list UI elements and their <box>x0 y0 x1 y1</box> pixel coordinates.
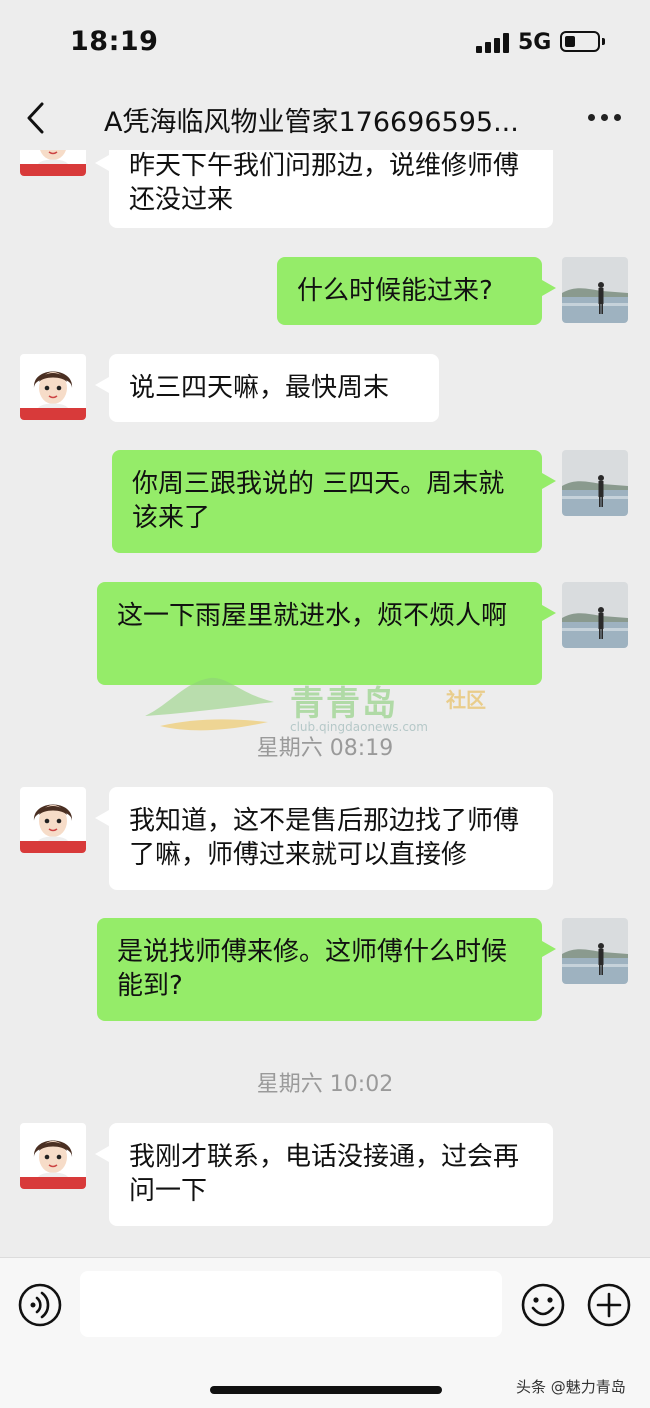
voice-icon[interactable] <box>17 1282 63 1328</box>
input-toolbar: 头条 @魅力青岛 <box>0 1257 650 1408</box>
agent-avatar[interactable] <box>20 787 86 853</box>
user-avatar[interactable] <box>562 450 628 516</box>
watermark: 青青岛 社区 club.qingdaonews.com <box>140 672 520 742</box>
user-avatar[interactable] <box>562 257 628 323</box>
message-bubble[interactable]: 昨天下午我们问那边，说维修师傅还没过来 <box>95 150 553 228</box>
battery-icon <box>560 31 605 52</box>
source-credit: 头条 @魅力青岛 <box>516 1378 626 1396</box>
chat-title: A凭海临风物业管家176696595... <box>104 107 519 138</box>
timestamp: 星期六 10:02 <box>256 1072 394 1097</box>
message-bubble[interactable]: 你周三跟我说的 三四天。周末就该来了 <box>112 450 556 553</box>
agent-avatar[interactable] <box>20 150 86 176</box>
back-arrow-icon[interactable] <box>20 98 60 138</box>
chat-header: A凭海临风物业管家176696595... <box>0 88 650 150</box>
message-bubble[interactable]: 我刚才联系，电话没接通，过会再问一下 <box>95 1123 553 1226</box>
message-bubble[interactable]: 是说找师傅来修。这师傅什么时候能到? <box>97 918 556 1021</box>
home-indicator[interactable] <box>210 1386 442 1394</box>
message-bubble[interactable]: 说三四天嘛，最快周末 <box>95 354 439 422</box>
agent-avatar[interactable] <box>20 354 86 420</box>
watermark-tag: 社区 <box>446 688 486 712</box>
message-bubble[interactable]: 这一下雨屋里就进水，烦不烦人啊 <box>97 582 556 685</box>
status-bar: 18:19 5G <box>0 0 650 88</box>
more-icon[interactable] <box>584 114 624 124</box>
mountain-logo <box>145 677 274 731</box>
user-avatar[interactable] <box>562 582 628 648</box>
network-type: 5G <box>518 30 552 55</box>
user-avatar[interactable] <box>562 918 628 984</box>
watermark-url: club.qingdaonews.com <box>290 720 428 734</box>
emoji-icon[interactable] <box>520 1282 566 1328</box>
message-bubble[interactable]: 什么时候能过来? <box>277 257 556 325</box>
plus-icon[interactable] <box>586 1282 632 1328</box>
signal-icon <box>476 33 510 53</box>
message-input[interactable] <box>80 1271 502 1337</box>
message-bubble[interactable]: 我知道，这不是售后那边找了师傅了嘛，师傅过来就可以直接修 <box>95 787 553 890</box>
agent-avatar[interactable] <box>20 1123 86 1189</box>
watermark-name: 青青岛 <box>290 684 398 724</box>
status-time: 18:19 <box>70 26 159 57</box>
